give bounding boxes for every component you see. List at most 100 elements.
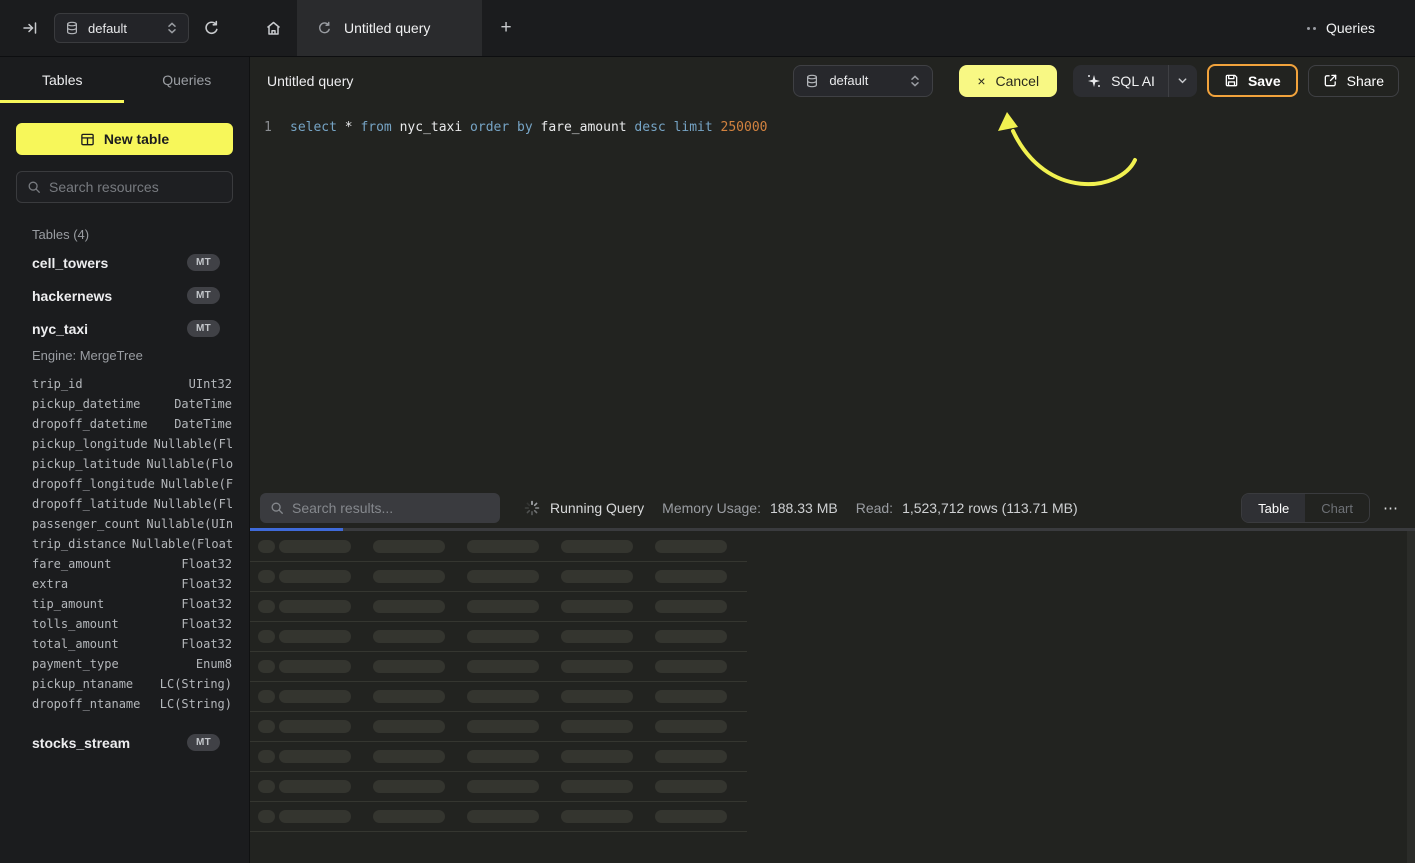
column-row: total_amountFloat32 [0, 634, 249, 654]
column-type: Nullable(Float [132, 537, 233, 551]
column-row: tolls_amountFloat32 [0, 614, 249, 634]
skeleton-cell [561, 630, 633, 643]
column-row: dropoff_ntanameLC(String) [0, 694, 249, 714]
chevron-down-icon[interactable] [1169, 65, 1197, 97]
query-database-selector[interactable]: default [793, 65, 933, 97]
skeleton-cell [655, 690, 727, 703]
query-tab-label: Untitled query [344, 20, 430, 36]
code-line: 1 select * from nyc_taxi order by fare_a… [250, 118, 1415, 138]
toggle-chart-button[interactable]: Chart [1305, 494, 1369, 522]
read-label: Read: [856, 500, 893, 516]
skeleton-cell [258, 660, 275, 673]
sql-editor[interactable]: 1 select * from nyc_taxi order by fare_a… [250, 104, 1415, 488]
skeleton-cell [373, 780, 445, 793]
column-name: pickup_ntaname [32, 677, 133, 691]
skeleton-cell [561, 690, 633, 703]
skeleton-cell [373, 810, 445, 823]
home-icon [265, 20, 282, 37]
skeleton-cell [373, 630, 445, 643]
skeleton-cell [467, 630, 539, 643]
plus-icon: + [500, 17, 511, 39]
search-icon [27, 180, 41, 194]
column-row: fare_amountFloat32 [0, 554, 249, 574]
skeleton-row [250, 742, 747, 772]
skeleton-row [250, 532, 747, 562]
column-name: total_amount [32, 637, 119, 651]
skeleton-cell [467, 780, 539, 793]
skeleton-cell [258, 630, 275, 643]
column-name: pickup_longitude [32, 437, 148, 451]
skeleton-cell [655, 660, 727, 673]
column-type: UInt32 [189, 377, 232, 391]
table-row[interactable]: stocks_streamMT [0, 726, 249, 759]
topbar-database-selector[interactable]: default [54, 13, 189, 43]
column-name: trip_distance [32, 537, 126, 551]
code-token: * [345, 120, 353, 135]
new-tab-button[interactable]: + [482, 0, 530, 56]
column-name: pickup_latitude [32, 457, 140, 471]
results-search [260, 493, 500, 523]
skeleton-cell [655, 810, 727, 823]
database-icon [65, 21, 79, 35]
home-tab-button[interactable] [250, 0, 297, 56]
read-value: 1,523,712 rows (113.71 MB) [902, 500, 1078, 516]
column-row: dropoff_datetimeDateTime [0, 414, 249, 434]
line-number: 1 [250, 118, 273, 138]
query-tab[interactable]: Untitled query [297, 0, 482, 56]
skeleton-cell [373, 750, 445, 763]
sql-ai-button[interactable]: SQL AI [1073, 65, 1197, 97]
skeleton-cell [258, 600, 275, 613]
skeleton-cell [561, 750, 633, 763]
skeleton-cell [279, 780, 351, 793]
cancel-label: Cancel [996, 73, 1040, 89]
new-table-button[interactable]: New table [16, 123, 233, 155]
queries-link[interactable]: Queries [1326, 20, 1375, 36]
column-type: Nullable(Flo [146, 457, 233, 471]
column-name: tolls_amount [32, 617, 119, 631]
query-header: Untitled query default × Cancel [250, 57, 1415, 104]
engine-badge: MT [187, 254, 220, 271]
share-label: Share [1347, 73, 1384, 89]
share-button[interactable]: Share [1308, 65, 1399, 97]
column-name: passenger_count [32, 517, 140, 531]
topbar-database-value: default [88, 21, 127, 36]
column-row: pickup_ntanameLC(String) [0, 674, 249, 694]
topbar-left: default [0, 0, 250, 56]
column-name: pickup_datetime [32, 397, 140, 411]
column-type: DateTime [174, 417, 232, 431]
query-status: Running Query [550, 500, 644, 516]
collapse-sidebar-button[interactable] [22, 20, 38, 36]
column-name: tip_amount [32, 597, 104, 611]
column-type: Nullable(Fl [154, 437, 233, 451]
code-token: from [360, 120, 391, 135]
toggle-table-button[interactable]: Table [1242, 494, 1305, 522]
resource-search-input[interactable] [49, 179, 222, 195]
save-button[interactable]: Save [1207, 64, 1298, 97]
engine-badge: MT [187, 287, 220, 304]
cancel-button[interactable]: × Cancel [959, 65, 1057, 97]
active-tab-underline [0, 100, 124, 103]
table-row[interactable]: cell_towersMT [0, 246, 249, 279]
sidebar-tab-queries[interactable]: Queries [125, 57, 250, 103]
results-scrollbar[interactable] [1407, 531, 1415, 863]
refresh-icon [203, 20, 220, 37]
skeleton-cell [467, 750, 539, 763]
skeleton-cell [561, 810, 633, 823]
table-row[interactable]: nyc_taxiMT [0, 312, 249, 345]
column-type: Nullable(UIn [146, 517, 233, 531]
code-token: nyc_taxi [400, 120, 463, 135]
column-type: DateTime [174, 397, 232, 411]
skeleton-cell [373, 660, 445, 673]
more-options-button[interactable]: ⋯ [1383, 499, 1399, 517]
skeleton-cell [655, 750, 727, 763]
column-name: trip_id [32, 377, 83, 391]
refresh-button[interactable] [203, 20, 220, 37]
table-row[interactable]: hackernewsMT [0, 279, 249, 312]
results-search-input[interactable] [292, 500, 490, 516]
skeleton-cell [561, 780, 633, 793]
skeleton-cell [655, 720, 727, 733]
skeleton-cell [467, 570, 539, 583]
selector-caret-icon [166, 21, 178, 35]
sidebar-tab-tables[interactable]: Tables [0, 57, 125, 103]
tables-section-label: Tables (4) [32, 227, 233, 242]
